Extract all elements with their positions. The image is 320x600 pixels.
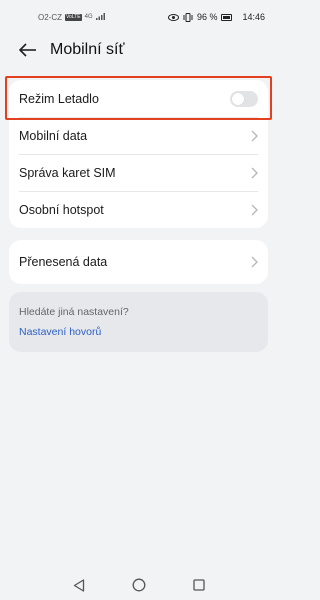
mobile-data-label: Mobilní data <box>19 128 88 143</box>
data-usage-row[interactable]: Přenesená data <box>9 240 268 284</box>
airplane-mode-label: Režim Letadlo <box>19 91 99 106</box>
chevron-right-icon <box>251 130 258 141</box>
back-arrow-icon <box>19 43 36 57</box>
nav-recents-button[interactable] <box>192 578 206 592</box>
suggestions-prompt: Hledáte jiná nastavení? <box>19 306 129 318</box>
sim-management-row[interactable]: Správa karet SIM <box>9 154 268 191</box>
header: Mobilní síť <box>0 34 277 66</box>
network-type-label: 4G <box>84 14 93 20</box>
personal-hotspot-label: Osobní hotspot <box>19 202 104 217</box>
airplane-mode-row[interactable]: Režim Letadlo <box>9 80 268 117</box>
call-settings-link[interactable]: Nastavení hovorů <box>19 326 258 338</box>
square-recents-icon <box>192 579 205 591</box>
circle-home-icon <box>132 578 145 592</box>
battery-percent: 96 % <box>196 12 218 22</box>
clock: 14:46 <box>242 12 265 22</box>
settings-group-data-usage: Přenesená data <box>9 240 268 284</box>
battery-icon <box>221 13 233 21</box>
chevron-right-icon <box>251 204 258 215</box>
status-bar: O2-CZ VoLTE 4G 96 % 14:46 <box>0 0 277 34</box>
settings-group-main: Režim Letadlo Mobilní data Správa karet … <box>9 80 268 228</box>
personal-hotspot-row[interactable]: Osobní hotspot <box>9 191 268 228</box>
volte-badge: VoLTE <box>65 13 82 21</box>
mobile-data-row[interactable]: Mobilní data <box>9 117 268 154</box>
navigation-bar <box>0 570 277 600</box>
signal-icon <box>95 12 106 22</box>
toggle-knob <box>232 92 244 105</box>
chevron-right-icon <box>251 167 258 178</box>
status-left: O2-CZ VoLTE 4G <box>38 12 106 22</box>
back-button[interactable] <box>18 40 38 60</box>
eye-comfort-icon <box>167 13 179 21</box>
page-title: Mobilní síť <box>50 41 125 58</box>
data-usage-label: Přenesená data <box>19 255 108 269</box>
chevron-right-icon <box>251 256 258 268</box>
sim-management-label: Správa karet SIM <box>19 165 116 180</box>
status-right: 96 % 14:46 <box>167 12 265 22</box>
nav-back-button[interactable] <box>72 578 86 592</box>
nav-home-button[interactable] <box>132 578 146 592</box>
vibrate-icon <box>183 12 193 22</box>
carrier-label: O2-CZ <box>38 12 62 22</box>
suggestions-card: Hledáte jiná nastavení? Nastavení hovorů <box>9 292 268 352</box>
airplane-mode-toggle[interactable] <box>230 90 258 107</box>
triangle-back-icon <box>73 578 84 592</box>
